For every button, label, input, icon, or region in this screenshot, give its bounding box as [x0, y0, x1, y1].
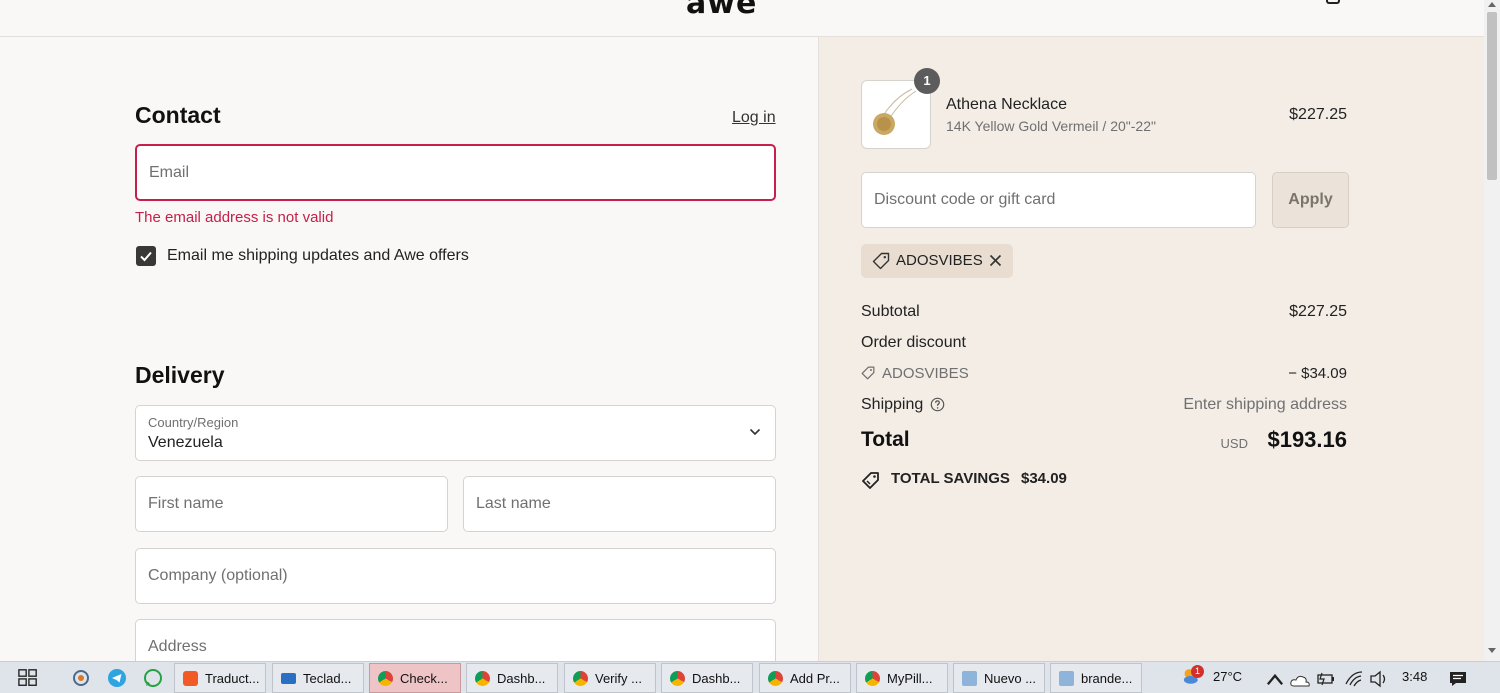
header: awe — [0, 0, 1484, 37]
shipping-label: Shipping — [861, 396, 924, 413]
product-price: $227.25 — [1289, 106, 1347, 123]
brave-icon — [183, 671, 198, 686]
login-link[interactable]: Log in — [732, 109, 776, 127]
scroll-down-arrow-icon[interactable] — [1488, 648, 1496, 653]
product-name: Athena Necklace — [946, 96, 1067, 113]
chrome-icon — [378, 671, 393, 686]
notifications-icon[interactable] — [1448, 669, 1468, 689]
total-label: Total — [861, 428, 910, 451]
battery-icon[interactable] — [1316, 669, 1336, 689]
delivery-title: Delivery — [135, 362, 225, 388]
wifi-icon[interactable] — [1344, 669, 1364, 689]
address-placeholder: Address — [148, 638, 207, 655]
taskbar-button-7[interactable]: Add Pr... — [759, 663, 851, 693]
apply-discount-button[interactable]: Apply — [1272, 172, 1349, 228]
chrome-icon — [670, 671, 685, 686]
discount-code-input[interactable]: Discount code or gift card — [861, 172, 1256, 228]
contact-title: Contact — [135, 102, 221, 128]
email-placeholder: Email — [149, 163, 190, 181]
onedrive-icon[interactable] — [1290, 671, 1310, 691]
chevron-down-icon — [749, 428, 761, 436]
order-summary: 1 Athena Necklace 14K Yellow Gold Vermei… — [818, 37, 1484, 661]
checkout-form: Contact Log in Email The email address i… — [0, 37, 818, 661]
email-field[interactable]: Email — [135, 144, 776, 201]
volume-icon[interactable] — [1369, 669, 1389, 689]
chrome-icon — [768, 671, 783, 686]
subtotal-value: $227.25 — [1289, 303, 1347, 320]
game-bar-icon[interactable] — [71, 668, 91, 688]
taskbar-button-8[interactable]: MyPill... — [856, 663, 948, 693]
help-icon[interactable] — [930, 397, 945, 412]
shipping-row: Shipping — [861, 396, 945, 414]
taskbar: Traduct... Teclad... Check... Dashb... V… — [0, 661, 1500, 693]
remove-discount-icon[interactable] — [989, 254, 1002, 267]
last-name-placeholder: Last name — [476, 495, 551, 512]
country-select[interactable]: Country/Region Venezuela — [135, 405, 776, 461]
chrome-icon — [475, 671, 490, 686]
notepad-icon — [1059, 671, 1074, 686]
taskbar-button-1[interactable]: Traduct... — [174, 663, 266, 693]
clock[interactable]: 3:48 — [1402, 669, 1427, 684]
telegram-icon[interactable] — [107, 668, 127, 688]
notepad-icon — [962, 671, 977, 686]
last-name-field[interactable]: Last name — [463, 476, 776, 532]
keyboard-icon — [281, 673, 296, 684]
savings-value: $34.09 — [1021, 470, 1067, 487]
taskbar-button-5[interactable]: Verify ... — [564, 663, 656, 693]
taskbar-button-2[interactable]: Teclad... — [272, 663, 364, 693]
company-field[interactable]: Company (optional) — [135, 548, 776, 604]
applied-discount-chip: ADOSVIBES — [861, 244, 1013, 278]
country-value: Venezuela — [148, 434, 223, 451]
discount-code-label: ADOSVIBES — [882, 365, 969, 382]
chrome-icon — [573, 671, 588, 686]
taskbar-button-10[interactable]: brande... — [1050, 663, 1142, 693]
task-view-icon[interactable] — [18, 668, 38, 688]
whatsapp-icon[interactable] — [143, 668, 163, 688]
country-label: Country/Region — [148, 415, 239, 430]
brand-logo[interactable]: awe — [686, 0, 757, 21]
newsletter-checkbox[interactable] — [136, 246, 156, 266]
discount-placeholder: Discount code or gift card — [874, 191, 1056, 208]
scroll-thumb[interactable] — [1487, 12, 1497, 180]
savings-tag-icon — [862, 472, 879, 489]
email-error-message: The email address is not valid — [135, 209, 334, 226]
page-scrollbar[interactable] — [1484, 0, 1500, 661]
product-thumbnail: 1 — [861, 68, 940, 149]
first-name-placeholder: First name — [148, 495, 224, 512]
discount-value: − $34.09 — [1288, 365, 1347, 382]
chrome-icon — [865, 671, 880, 686]
checkmark-icon — [140, 251, 152, 262]
order-discount-label: Order discount — [861, 334, 966, 351]
checkout-page: awe Contact Log in Email The email addre… — [0, 0, 1484, 661]
first-name-field[interactable]: First name — [135, 476, 448, 532]
taskbar-button-9[interactable]: Nuevo ... — [953, 663, 1045, 693]
applied-code: ADOSVIBES — [896, 252, 983, 269]
newsletter-label: Email me shipping updates and Awe offers — [167, 247, 469, 264]
cart-icon[interactable] — [1326, 0, 1340, 4]
chevron-up-icon[interactable] — [1265, 670, 1285, 690]
product-variant: 14K Yellow Gold Vermeil / 20"-22" — [946, 118, 1156, 134]
currency-code: USD — [1220, 436, 1248, 451]
company-placeholder: Company (optional) — [148, 567, 288, 584]
scroll-up-arrow-icon[interactable] — [1488, 2, 1496, 7]
taskbar-button-4[interactable]: Dashb... — [466, 663, 558, 693]
subtotal-label: Subtotal — [861, 303, 920, 320]
tag-icon — [872, 252, 890, 270]
temperature[interactable]: 27°C — [1213, 669, 1242, 684]
taskbar-button-3[interactable]: Check... — [369, 663, 461, 693]
savings-label: TOTAL SAVINGS — [891, 470, 1010, 487]
weather-badge: 1 — [1191, 665, 1204, 678]
address-field[interactable]: Address — [135, 619, 776, 661]
quantity-badge: 1 — [914, 68, 940, 94]
shipping-value: Enter shipping address — [1183, 396, 1347, 413]
tag-icon — [861, 366, 875, 380]
total-value: $193.16 — [1267, 427, 1347, 452]
taskbar-button-6[interactable]: Dashb... — [661, 663, 753, 693]
